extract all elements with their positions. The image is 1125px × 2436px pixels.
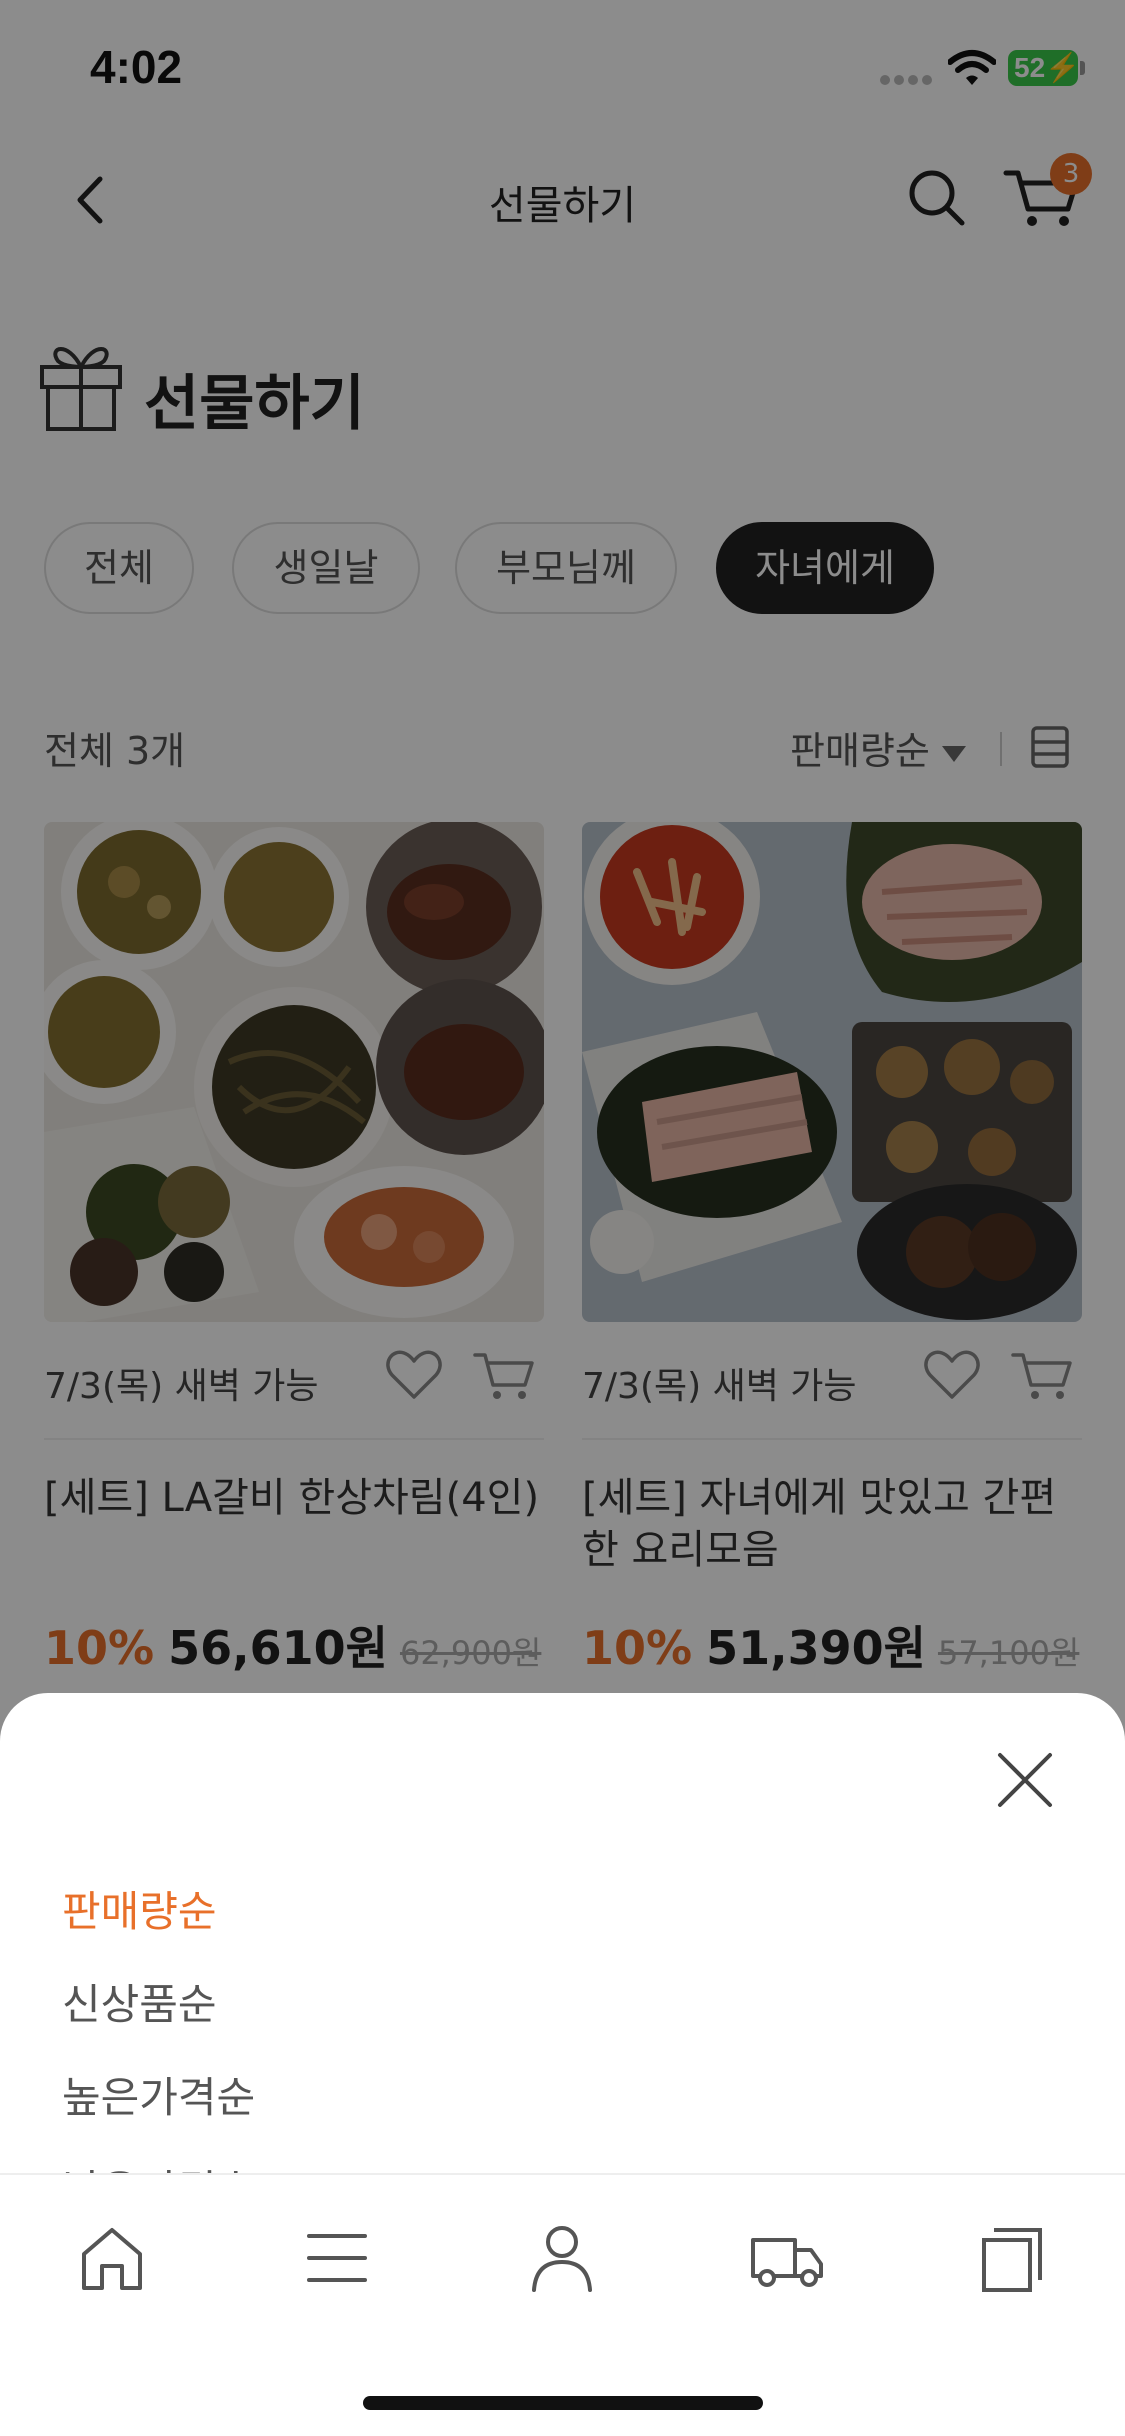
- truck-icon[interactable]: [747, 2218, 827, 2298]
- sort-option-newest[interactable]: 신상품순: [62, 1971, 217, 2032]
- recent-icon[interactable]: [972, 2218, 1052, 2298]
- home-icon[interactable]: [72, 2218, 152, 2298]
- home-indicator: [363, 2396, 763, 2410]
- menu-icon[interactable]: [297, 2218, 377, 2298]
- person-icon[interactable]: [522, 2218, 602, 2298]
- sort-option-high-price[interactable]: 높은가격순: [62, 2064, 255, 2125]
- sort-option-sales[interactable]: 판매량순: [62, 1878, 217, 1939]
- close-icon[interactable]: [990, 1745, 1060, 1815]
